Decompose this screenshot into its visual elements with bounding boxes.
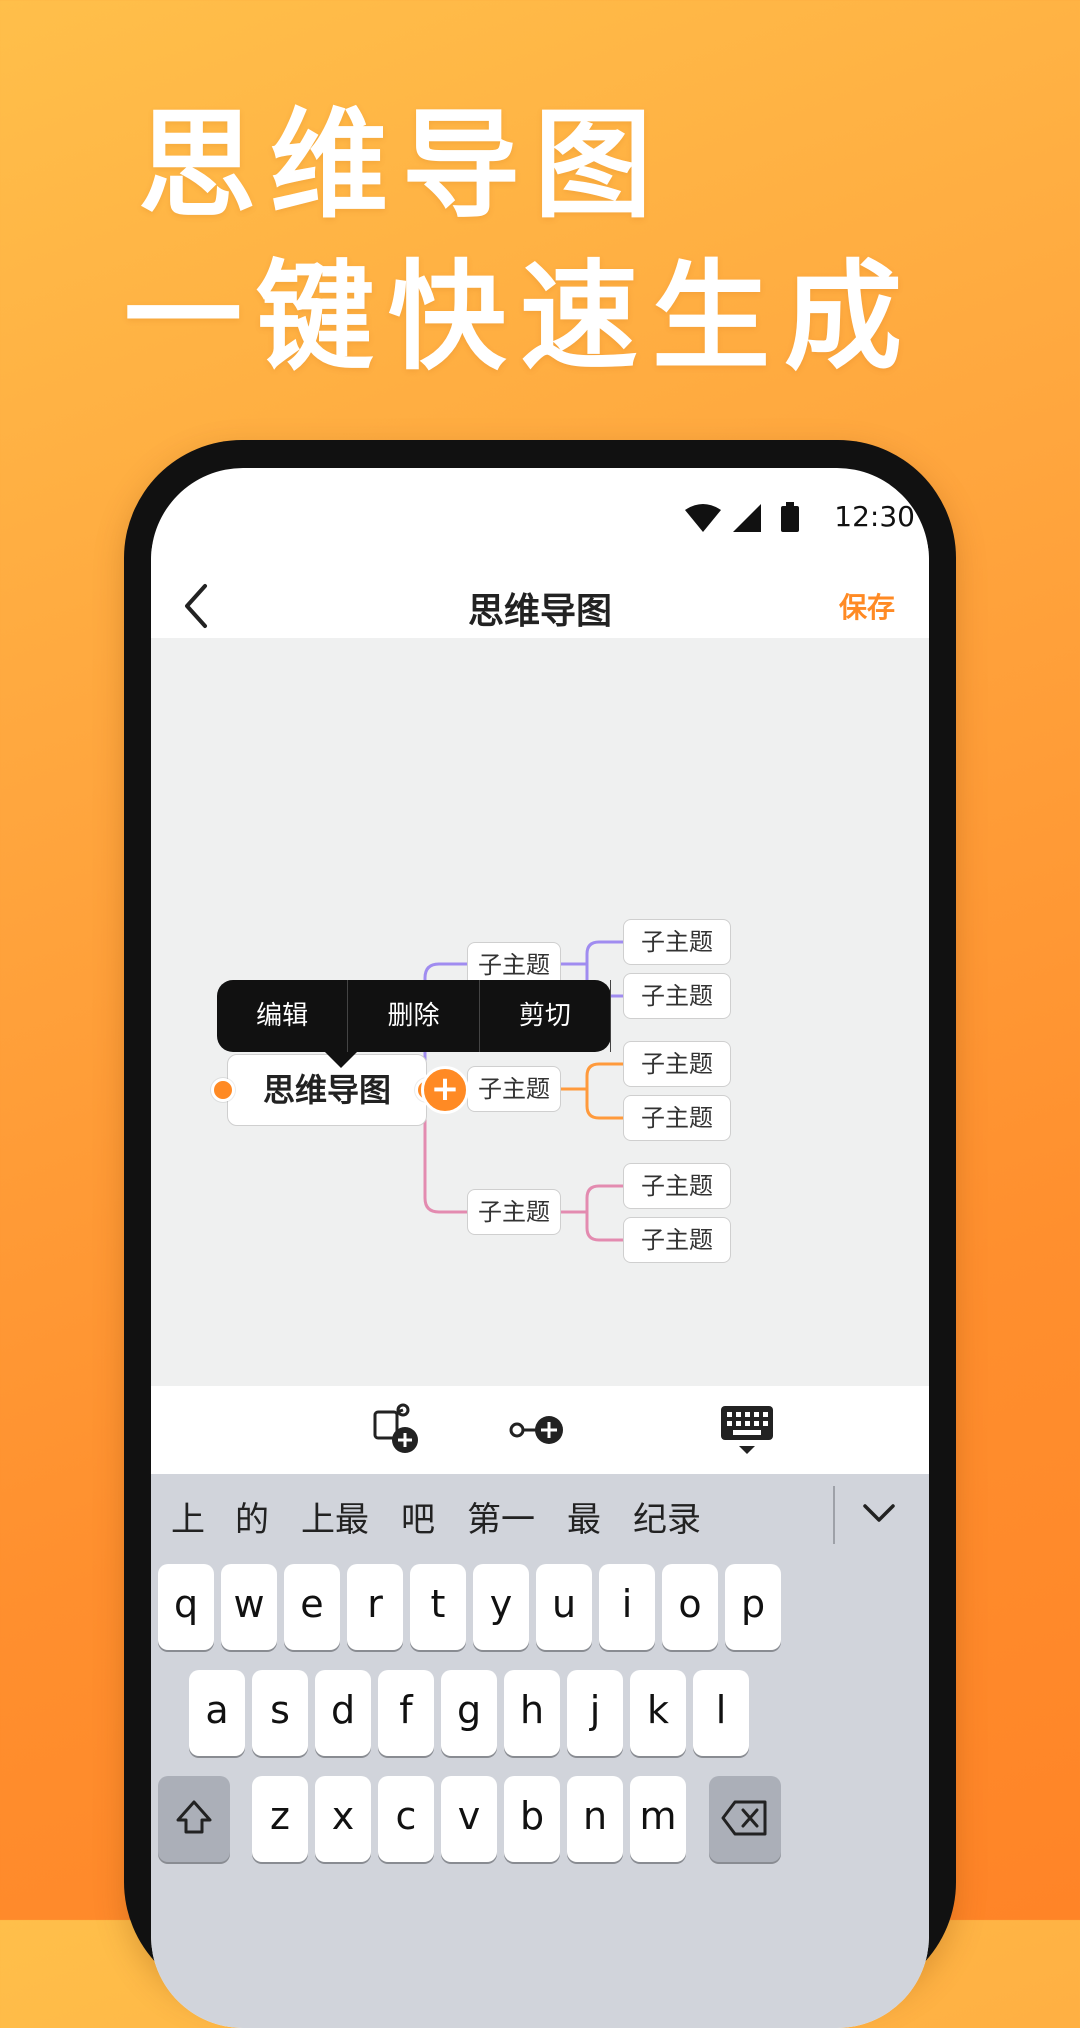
add-node-button[interactable]: + <box>421 1066 469 1114</box>
add-sibling-node-icon[interactable] <box>507 1400 567 1460</box>
key-y[interactable]: y <box>473 1564 529 1650</box>
add-child-node-icon[interactable] <box>367 1400 427 1460</box>
backspace-icon <box>721 1800 767 1836</box>
key-v[interactable]: v <box>441 1776 497 1862</box>
menu-delete[interactable]: 删除 <box>348 980 480 1052</box>
key-h[interactable]: h <box>504 1670 560 1756</box>
key-i[interactable]: i <box>599 1564 655 1650</box>
key-q[interactable]: q <box>158 1564 214 1650</box>
shift-icon <box>176 1800 212 1834</box>
save-button[interactable]: 保存 <box>839 586 895 626</box>
branch-node-3[interactable]: 子主题 <box>467 1189 561 1235</box>
key-g[interactable]: g <box>441 1670 497 1756</box>
status-icons <box>685 502 799 532</box>
key-e[interactable]: e <box>284 1564 340 1650</box>
key-a[interactable]: a <box>189 1670 245 1756</box>
phone-frame: 12:30 思维导图 保存 子主题 子主题 子主题 子主题 子主题 子主题 子主… <box>124 440 956 2028</box>
key-d[interactable]: d <box>315 1670 371 1756</box>
key-p[interactable]: p <box>725 1564 781 1650</box>
leaf-node-2[interactable]: 子主题 <box>623 973 731 1019</box>
leaf-node-4[interactable]: 子主题 <box>623 1095 731 1141</box>
key-w[interactable]: w <box>221 1564 277 1650</box>
leaf-node-3[interactable]: 子主题 <box>623 1041 731 1087</box>
edit-toolbar <box>151 1386 929 1474</box>
candidate-5[interactable]: 第一 <box>467 1492 535 1541</box>
headline-line1: 思维导图 <box>138 96 667 234</box>
key-r[interactable]: r <box>347 1564 403 1650</box>
leaf-node-5[interactable]: 子主题 <box>623 1163 731 1209</box>
status-bar: 12:30 <box>151 468 929 544</box>
menu-cut[interactable]: 剪切 <box>480 980 611 1052</box>
key-s[interactable]: s <box>252 1670 308 1756</box>
key-l[interactable]: l <box>693 1670 749 1756</box>
key-o[interactable]: o <box>662 1564 718 1650</box>
key-n[interactable]: n <box>567 1776 623 1862</box>
status-time: 12:30 <box>834 500 915 533</box>
keyboard-toggle-icon[interactable] <box>717 1400 777 1460</box>
key-z[interactable]: z <box>252 1776 308 1862</box>
branch-node-2[interactable]: 子主题 <box>467 1066 561 1112</box>
key-j[interactable]: j <box>567 1670 623 1756</box>
battery-icon <box>781 502 799 532</box>
candidate-3[interactable]: 上最 <box>301 1492 369 1541</box>
key-m[interactable]: m <box>630 1776 686 1862</box>
phone-screen: 12:30 思维导图 保存 子主题 子主题 子主题 子主题 子主题 子主题 子主… <box>151 468 929 2028</box>
chevron-down-icon[interactable] <box>859 1494 899 1534</box>
key-u[interactable]: u <box>536 1564 592 1650</box>
candidate-bar: 上 的 上最 吧 第一 最 纪录 <box>151 1474 929 1558</box>
root-left-handle[interactable] <box>211 1078 235 1102</box>
leaf-node-1[interactable]: 子主题 <box>623 919 731 965</box>
candidate-7[interactable]: 纪录 <box>633 1492 701 1541</box>
candidate-2[interactable]: 的 <box>235 1492 269 1541</box>
page-title: 思维导图 <box>467 591 612 632</box>
menu-edit[interactable]: 编辑 <box>217 980 349 1052</box>
key-x[interactable]: x <box>315 1776 371 1862</box>
candidate-1[interactable]: 上 <box>171 1492 205 1541</box>
key-c[interactable]: c <box>378 1776 434 1862</box>
candidate-6[interactable]: 最 <box>567 1492 601 1541</box>
shift-key[interactable] <box>158 1776 230 1862</box>
key-k[interactable]: k <box>630 1670 686 1756</box>
candidate-separator <box>833 1486 835 1544</box>
ime-keyboard: 上 的 上最 吧 第一 最 纪录 q w e r t y u i o p a s… <box>151 1474 929 2028</box>
backspace-key[interactable] <box>709 1776 781 1862</box>
context-menu: 编辑 删除 剪切 <box>217 980 611 1068</box>
context-menu-arrow <box>325 1052 357 1068</box>
signal-icon <box>733 504 761 532</box>
candidate-4[interactable]: 吧 <box>401 1492 435 1541</box>
mindmap-canvas[interactable]: 子主题 子主题 子主题 子主题 子主题 子主题 子主题 子主题 子主题 思维导图… <box>151 638 929 1386</box>
key-t[interactable]: t <box>410 1564 466 1650</box>
key-b[interactable]: b <box>504 1776 560 1862</box>
wifi-icon <box>685 504 721 532</box>
key-f[interactable]: f <box>378 1670 434 1756</box>
headline-line2: 一键快速生成 <box>124 248 917 386</box>
leaf-node-6[interactable]: 子主题 <box>623 1217 731 1263</box>
